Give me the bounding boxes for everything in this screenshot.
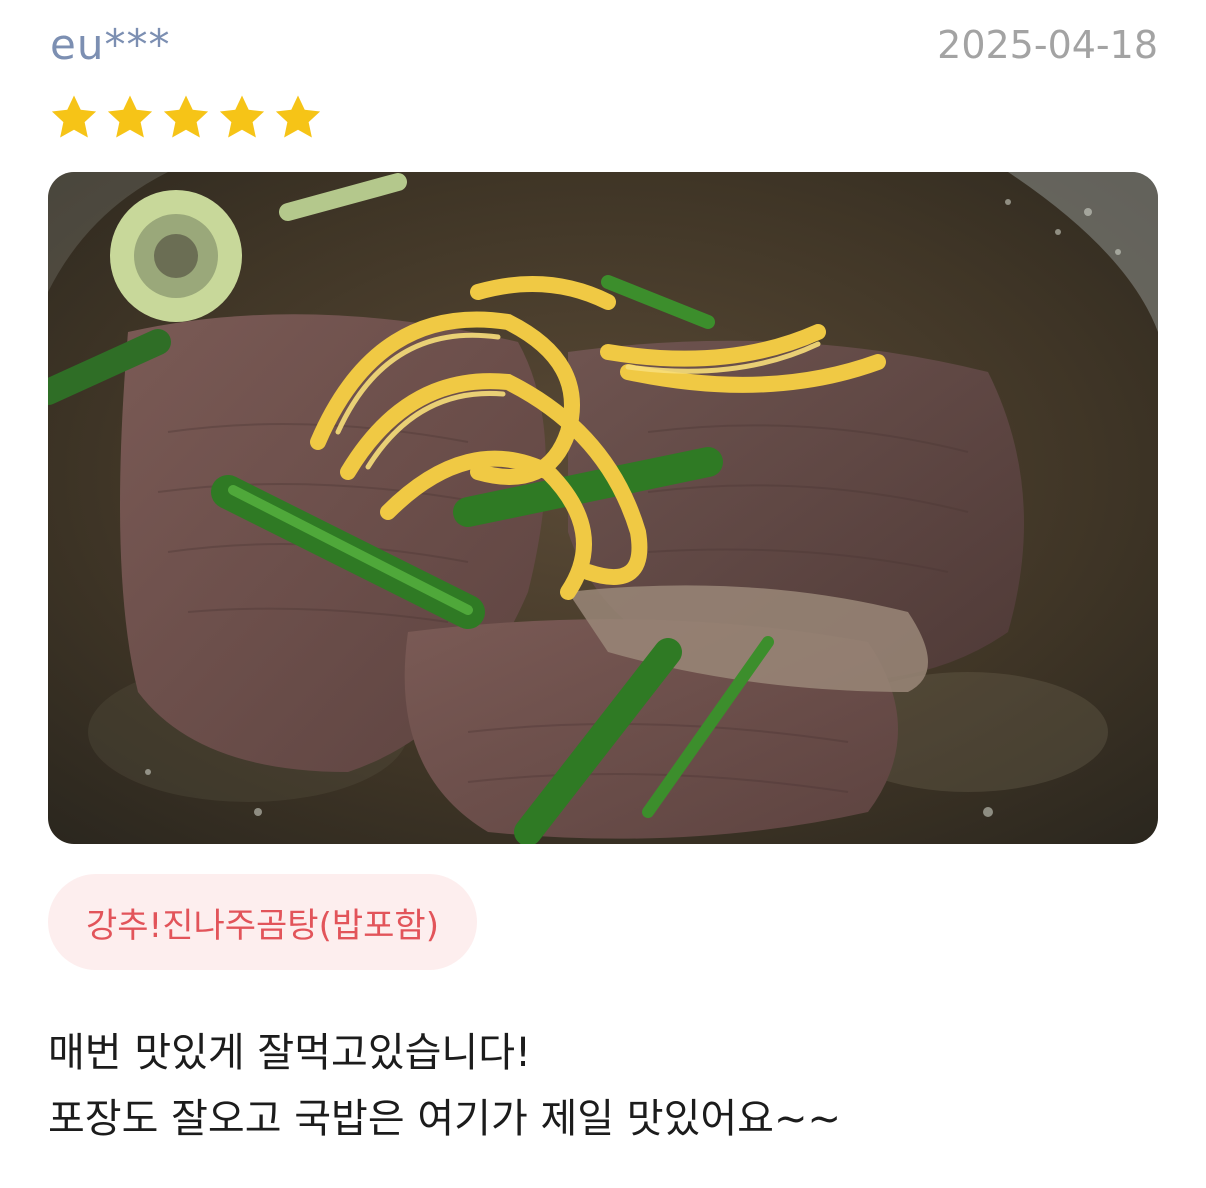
review-body: 매번 맛있게 잘먹고있습니다! 포장도 잘오고 국밥은 여기가 제일 맛있어요~… (48, 1020, 1158, 1152)
food-photo-icon (48, 172, 1158, 844)
ordered-menu-chip[interactable]: 강추!진나주곰탕(밥포함) (48, 874, 477, 970)
star-rating (48, 92, 324, 144)
star-icon (48, 92, 100, 144)
review-header: eu*** 2025-04-18 (48, 0, 1158, 90)
review-card: eu*** 2025-04-18 강추!진나주곰탕(밥포함) 매번 맛있게 잘먹… (48, 0, 1158, 1142)
review-photo[interactable] (48, 172, 1158, 844)
star-icon (216, 92, 268, 144)
review-text-line: 매번 맛있게 잘먹고있습니다! (48, 1030, 532, 1076)
star-icon (104, 92, 156, 144)
review-text-line: 포장도 잘오고 국밥은 여기가 제일 맛있어요~~ (48, 1096, 842, 1142)
star-icon (160, 92, 212, 144)
star-icon (272, 92, 324, 144)
review-date: 2025-04-18 (937, 23, 1158, 67)
reviewer-username: eu*** (50, 20, 171, 69)
